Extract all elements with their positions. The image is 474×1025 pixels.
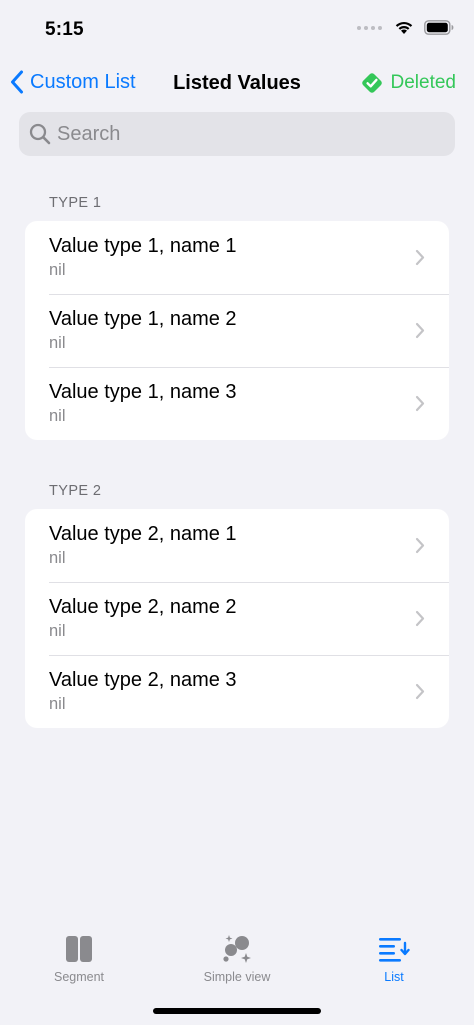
battery-icon xyxy=(424,20,454,35)
tab-simple-view[interactable]: Simple view xyxy=(182,932,292,984)
tab-list[interactable]: List xyxy=(339,932,449,984)
chevron-right-icon xyxy=(415,683,425,700)
row-title: Value type 1, name 3 xyxy=(49,381,237,403)
list-row[interactable]: Value type 1, name 2 nil xyxy=(25,294,449,367)
section-card-type-1: Value type 1, name 1 nil Value type 1, n… xyxy=(25,221,449,440)
row-subtitle: nil xyxy=(49,334,66,352)
list-row[interactable]: Value type 1, name 1 nil xyxy=(25,221,449,294)
checkmark-seal-icon xyxy=(361,73,382,93)
section-header-type-2: TYPE 2 xyxy=(49,483,102,499)
deleted-status-label: Deleted xyxy=(390,72,457,93)
row-subtitle: nil xyxy=(49,261,66,279)
tab-segment[interactable]: Segment xyxy=(24,932,134,984)
home-indicator xyxy=(153,1008,321,1014)
cellular-signal-icon xyxy=(357,25,382,30)
row-subtitle: nil xyxy=(49,622,66,640)
simple-view-icon xyxy=(182,932,292,966)
search-icon xyxy=(29,123,51,145)
tab-segment-label: Segment xyxy=(53,970,105,984)
chevron-right-icon xyxy=(415,537,425,554)
list-row[interactable]: Value type 1, name 3 nil xyxy=(25,367,449,440)
tab-list-label: List xyxy=(384,970,404,984)
row-title: Value type 1, name 1 xyxy=(49,235,237,257)
list-row[interactable]: Value type 2, name 1 nil xyxy=(25,509,449,582)
section-header-type-1: TYPE 1 xyxy=(49,195,102,211)
navigation-bar: Custom List Listed Values Deleted xyxy=(0,60,474,108)
search-bar[interactable] xyxy=(19,112,455,156)
chevron-right-icon xyxy=(415,249,425,266)
row-title: Value type 2, name 1 xyxy=(49,523,237,545)
row-subtitle: nil xyxy=(49,695,66,713)
list-row[interactable]: Value type 2, name 2 nil xyxy=(25,582,449,655)
segment-icon xyxy=(24,932,134,966)
row-subtitle: nil xyxy=(49,407,66,425)
status-icons xyxy=(357,20,454,35)
tab-simple-view-label: Simple view xyxy=(203,970,271,984)
wifi-icon xyxy=(395,21,413,34)
chevron-right-icon xyxy=(415,322,425,339)
status-time: 5:15 xyxy=(45,19,84,40)
chevron-right-icon xyxy=(415,395,425,412)
status-bar: 5:15 xyxy=(0,0,474,56)
chevron-right-icon xyxy=(415,610,425,627)
row-title: Value type 2, name 3 xyxy=(49,669,237,691)
section-card-type-2: Value type 2, name 1 nil Value type 2, n… xyxy=(25,509,449,728)
search-input[interactable] xyxy=(57,122,437,146)
list-icon xyxy=(339,932,449,966)
row-subtitle: nil xyxy=(49,549,66,567)
row-title: Value type 1, name 2 xyxy=(49,308,237,330)
list-row[interactable]: Value type 2, name 3 nil xyxy=(25,655,449,728)
deleted-status[interactable]: Deleted xyxy=(360,71,457,95)
row-title: Value type 2, name 2 xyxy=(49,596,237,618)
screen: 5:15 Custom List Listed Values Deleted S… xyxy=(0,0,474,1025)
